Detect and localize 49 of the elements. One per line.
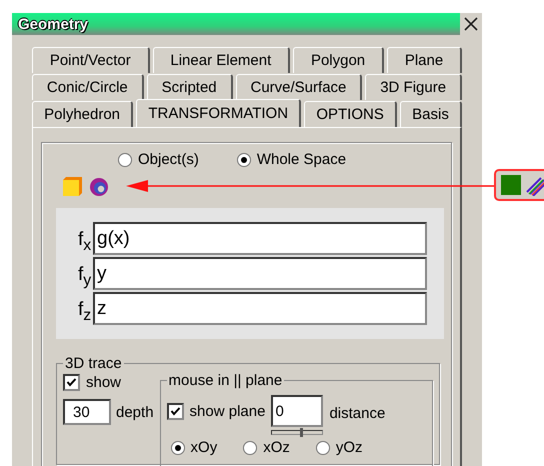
radio-label: yOz: [336, 439, 363, 456]
window-title: Geometry: [17, 16, 88, 32]
radio-button[interactable]: [316, 440, 330, 454]
checkbox-label: show plane: [190, 403, 266, 420]
depth-field[interactable]: 30: [63, 399, 111, 425]
swirl-icon[interactable]: [88, 176, 110, 198]
radio-button[interactable]: [118, 152, 132, 166]
tab[interactable]: Polygon: [293, 47, 384, 73]
close-button[interactable]: [460, 13, 482, 35]
checkbox-label: show: [86, 374, 122, 391]
field-label: depth: [116, 404, 154, 420]
function-field[interactable]: g(x): [93, 222, 427, 255]
tab[interactable]: Basis: [400, 101, 462, 127]
radio-option[interactable]: Whole Space: [236, 151, 346, 168]
radio-option[interactable]: Object(s): [118, 151, 199, 168]
check-icon: [170, 406, 181, 417]
tab[interactable]: Plane: [386, 47, 462, 73]
field-label: distance: [329, 404, 386, 422]
group-title: mouse in || plane: [168, 372, 284, 389]
close-icon: [463, 16, 479, 32]
check-icon: [66, 377, 77, 388]
tab[interactable]: Scripted: [146, 74, 233, 100]
distance-field[interactable]: 0: [271, 395, 324, 427]
radio-label: Whole Space: [256, 151, 346, 168]
slider-thumb[interactable]: [300, 428, 303, 437]
function-label: f$_{y}$: [78, 264, 92, 290]
checkbox[interactable]: [63, 374, 80, 391]
group-title: 3D trace: [64, 355, 123, 372]
radio-label: Object(s): [138, 151, 199, 168]
tab[interactable]: 3D Figure: [365, 74, 462, 100]
radio-label: xOz: [263, 439, 290, 456]
function-field[interactable]: z: [93, 292, 427, 325]
tab[interactable]: OPTIONS: [304, 101, 398, 127]
tab[interactable]: Curve/Surface: [236, 74, 362, 100]
radio-button[interactable]: [243, 440, 258, 454]
checkbox[interactable]: [166, 403, 184, 420]
function-field[interactable]: y: [93, 257, 427, 290]
function-label: f$_{z}$: [78, 299, 92, 325]
tab[interactable]: Polyhedron: [32, 101, 134, 127]
tab[interactable]: Linear Element: [152, 47, 290, 73]
radio-label: xOy: [190, 439, 218, 456]
radio-button[interactable]: [236, 152, 251, 166]
radio-button[interactable]: [170, 440, 185, 454]
tab[interactable]: Conic/Circle: [32, 74, 144, 100]
function-label: f$_{x}$: [78, 229, 92, 255]
square-icon: [501, 175, 521, 195]
tab[interactable]: TRANSFORMATION: [136, 99, 302, 127]
slider-track[interactable]: [271, 430, 324, 435]
tab[interactable]: Point/Vector: [32, 47, 150, 73]
